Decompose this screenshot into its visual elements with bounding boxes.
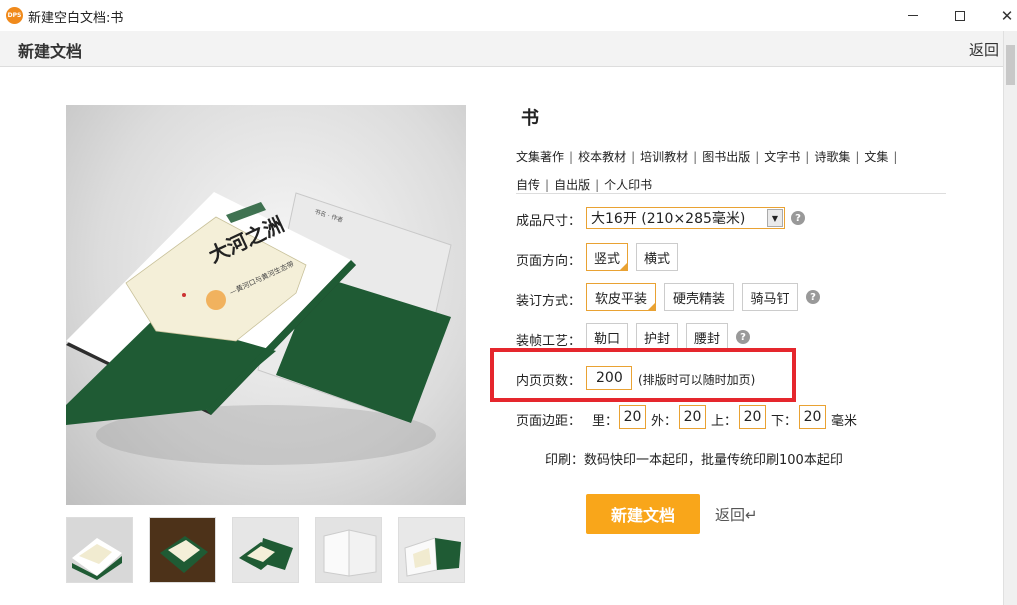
thumbnail-5[interactable] [398,517,465,583]
book-mockup-illustration: 书名 · 作者 大河之洲 —黄河口与黄河生态带 [66,192,452,465]
close-button[interactable]: ✕ [984,0,1017,31]
category-separator: | [569,150,574,164]
category-item[interactable]: 图书出版 [702,143,750,171]
page-title: 新建文档 [18,42,83,61]
orientation-landscape-option[interactable]: 横式 [636,243,678,271]
category-separator: | [755,150,760,164]
category-separator: | [595,178,600,192]
thumbnail-2[interactable] [149,517,216,583]
category-item[interactable]: 校本教材 [578,143,626,171]
margin-unit: 毫米 [831,414,858,429]
thumbnail-3[interactable] [232,517,299,583]
scrollbar[interactable] [1003,31,1017,605]
chevron-down-icon[interactable]: ▼ [767,209,783,227]
orientation-portrait-option[interactable]: 竖式 [586,243,628,271]
binding-label: 装订方式： [516,294,582,309]
margin-inner-input[interactable]: 20 [619,405,646,429]
category-separator: | [545,178,550,192]
category-separator: | [805,150,810,164]
maximize-icon [955,10,965,21]
divider [516,193,946,194]
category-item[interactable]: 培训教材 [640,143,688,171]
print-note: 印刷：数码快印一本起印，批量传统印刷100本起印 [545,453,843,468]
margins-label: 页面边距： [516,414,582,429]
crafts-help-icon[interactable]: ? [736,330,750,344]
category-item[interactable]: 文字书 [764,143,800,171]
minimize-icon [908,15,918,16]
category-item[interactable]: 文集 [864,143,888,171]
binding-hardcover-option[interactable]: 硬壳精装 [664,283,734,311]
margin-outer-label: 外： [651,414,678,429]
minimize-button[interactable] [890,0,936,31]
margin-outer-input[interactable]: 20 [679,405,706,429]
category-item[interactable]: 个人印书 [604,171,652,199]
book-type-title: 书 [521,108,539,129]
scrollbar-thumb[interactable] [1006,45,1015,85]
header-back-link[interactable]: 返回 [969,39,999,60]
crafts-label: 装帧工艺： [516,334,582,349]
category-separator: | [893,150,898,164]
thumbnail-strip [66,517,466,583]
page-header: 新建文档 返回 [0,31,1017,67]
highlight-box [490,348,796,402]
category-separator: | [693,150,698,164]
window-titlebar: DPS 新建空白文档:书 ✕ [0,0,1017,31]
back-link[interactable]: 返回↵ [715,504,758,525]
category-item[interactable]: 诗歌集 [814,143,850,171]
binding-softcover-option[interactable]: 软皮平装 [586,283,656,311]
book-preview-image: 书名 · 作者 大河之洲 —黄河口与黄河生态带 [66,105,466,505]
size-help-icon[interactable]: ? [791,211,805,225]
thumbnail-1[interactable] [66,517,133,583]
margin-bottom-input[interactable]: 20 [799,405,826,429]
maximize-button[interactable] [937,0,983,31]
size-select-value: 大16开 (210×285毫米) [591,211,746,227]
category-separator: | [631,150,636,164]
binding-help-icon[interactable]: ? [806,290,820,304]
category-list: 文集著作 | 校本教材 | 培训教材 | 图书出版 | 文字书 | 诗歌集 | 文集 | 自传 | 自出版 | 个… [516,143,946,199]
margin-top-label: 上： [711,414,738,429]
size-select[interactable]: 大16开 (210×285毫米) ▼ [586,207,785,229]
category-item[interactable]: 自出版 [554,171,590,199]
category-separator: | [855,150,860,164]
window-title: 新建空白文档:书 [28,11,124,26]
category-item[interactable]: 文集著作 [516,143,564,171]
close-icon: ✕ [1000,6,1014,25]
margin-top-input[interactable]: 20 [739,405,766,429]
thumbnail-4[interactable] [315,517,382,583]
size-label: 成品尺寸： [516,214,582,229]
create-document-button[interactable]: 新建文档 [586,494,700,534]
margin-bottom-label: 下： [771,414,798,429]
orientation-label: 页面方向： [516,254,582,269]
binding-saddle-stitch-option[interactable]: 骑马钉 [742,283,798,311]
margin-inner-label: 里： [592,414,619,429]
craft-jacket-option[interactable]: 护封 [636,323,678,351]
category-item[interactable]: 自传 [516,171,540,199]
craft-flap-option[interactable]: 勒口 [586,323,628,351]
craft-belly-band-option[interactable]: 腰封 [686,323,728,351]
app-icon: DPS [6,7,23,24]
